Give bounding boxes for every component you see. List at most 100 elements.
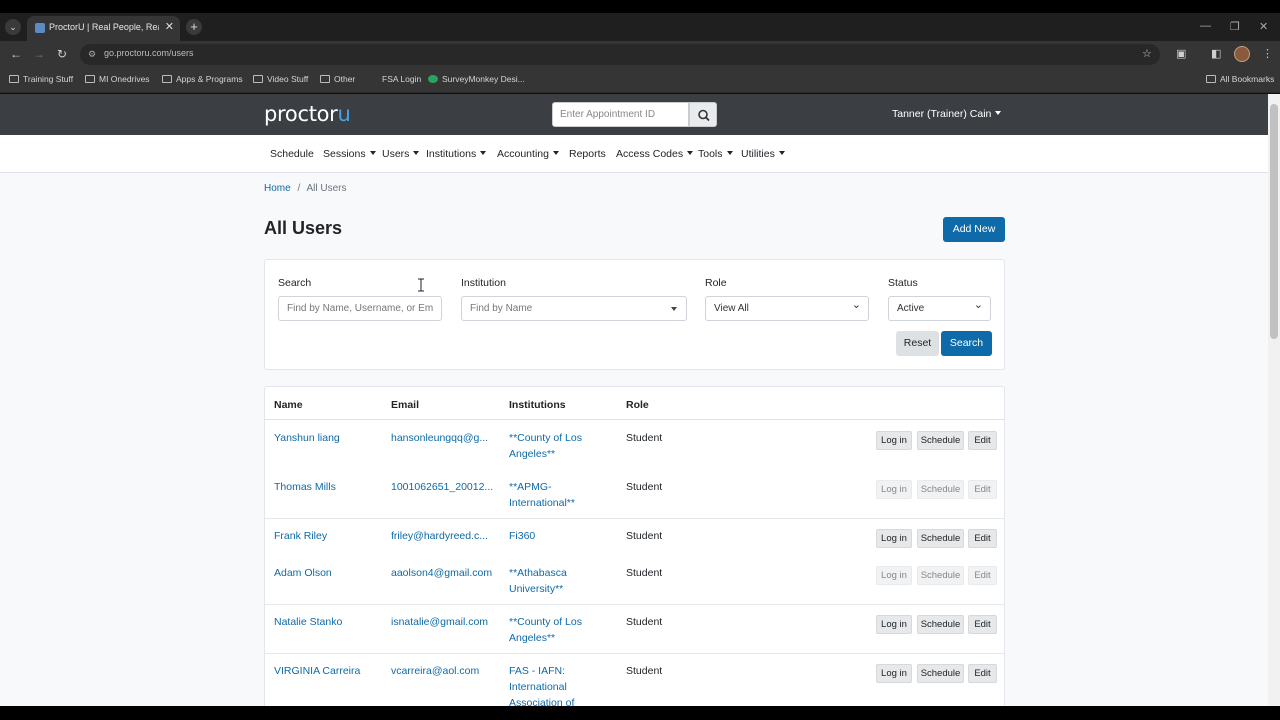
extensions-icon[interactable]: ▣ — [1176, 47, 1186, 60]
nav-access-codes[interactable]: Access Codes — [616, 148, 693, 160]
log-in-button[interactable]: Log in — [876, 566, 912, 585]
folder-icon — [1206, 75, 1216, 83]
status-select[interactable]: Active — [888, 296, 991, 321]
nav-users[interactable]: Users — [382, 148, 419, 160]
edit-button[interactable]: Edit — [968, 480, 997, 499]
filter-card: Search Find by Name, Username, or Em Ins… — [264, 259, 1005, 370]
appointment-id-input[interactable]: Enter Appointment ID — [552, 102, 689, 127]
page-viewport: proctoru Enter Appointment ID Tanner (Tr… — [0, 94, 1268, 706]
new-tab-icon[interactable]: + — [186, 19, 202, 35]
bookmark-training-stuff[interactable]: Training Stuff — [9, 74, 73, 84]
row-divider — [265, 653, 1004, 654]
add-new-button[interactable]: Add New — [943, 217, 1005, 242]
bookmark-star-icon[interactable]: ☆ — [1142, 47, 1152, 60]
user-institution-link[interactable]: Fi360 — [509, 528, 535, 544]
nav-sessions[interactable]: Sessions — [323, 148, 376, 160]
user-name-link[interactable]: Adam Olson — [274, 565, 332, 581]
log-in-button[interactable]: Log in — [876, 529, 912, 548]
user-name-link[interactable]: Frank Riley — [274, 528, 327, 544]
user-email-link[interactable]: isnatalie@gmail.com — [391, 614, 488, 630]
bookmark-mi-onedrives[interactable]: MI Onedrives — [85, 74, 150, 84]
reset-button[interactable]: Reset — [896, 331, 939, 356]
side-panel-icon[interactable]: ◧ — [1211, 47, 1221, 60]
user-name-link[interactable]: Thomas Mills — [274, 479, 336, 495]
forward-icon[interactable]: → — [33, 47, 45, 61]
role-select[interactable]: View All — [705, 296, 869, 321]
edit-button[interactable]: Edit — [968, 664, 997, 683]
minimize-icon[interactable]: — — [1200, 20, 1211, 32]
schedule-button[interactable]: Schedule — [917, 615, 964, 634]
schedule-button[interactable]: Schedule — [917, 431, 964, 450]
log-in-button[interactable]: Log in — [876, 431, 912, 450]
user-name-link[interactable]: Yanshun liang — [274, 430, 340, 446]
reload-icon[interactable]: ↻ — [57, 47, 67, 61]
search-input[interactable]: Find by Name, Username, or Em — [278, 296, 442, 321]
bookmark-surveymonkey[interactable]: SurveyMonkey Desi... — [428, 74, 525, 84]
user-name-link[interactable]: VIRGINIA Carreira — [274, 663, 360, 679]
log-in-button[interactable]: Log in — [876, 615, 912, 634]
screen-bottom-band — [0, 706, 1280, 720]
search-button[interactable]: Search — [941, 331, 992, 356]
schedule-button[interactable]: Schedule — [917, 480, 964, 499]
user-institution-link[interactable]: **County of Los Angeles** — [509, 430, 582, 462]
nav-institutions[interactable]: Institutions — [426, 148, 486, 160]
user-email-link[interactable]: aaolson4@gmail.com — [391, 565, 492, 581]
user-institution-link[interactable]: **County of Los Angeles** — [509, 614, 582, 646]
col-header-email: Email — [391, 399, 420, 411]
page-scrollbar[interactable] — [1268, 94, 1280, 706]
user-name-link[interactable]: Natalie Stanko — [274, 614, 342, 630]
nav-schedule[interactable]: Schedule — [270, 148, 314, 160]
log-in-button[interactable]: Log in — [876, 480, 912, 499]
user-email-link[interactable]: vcarreira@aol.com — [391, 663, 479, 679]
log-in-button[interactable]: Log in — [876, 664, 912, 683]
nav-reports[interactable]: Reports — [569, 148, 606, 160]
nav-tools[interactable]: Tools — [698, 148, 733, 160]
user-institution-link[interactable]: **Athabasca University** — [509, 565, 567, 597]
col-header-name: Name — [274, 399, 303, 411]
user-email-link[interactable]: hansonleungqq@g... — [391, 430, 488, 446]
edit-button[interactable]: Edit — [968, 566, 997, 585]
bookmark-apps-programs[interactable]: Apps & Programs — [162, 74, 243, 84]
all-bookmarks[interactable]: All Bookmarks — [1206, 74, 1274, 84]
schedule-button[interactable]: Schedule — [917, 566, 964, 585]
user-institution-link[interactable]: **APMG- International** — [509, 479, 575, 511]
folder-icon — [9, 75, 19, 83]
tab-search-icon[interactable]: ⌄ — [5, 19, 21, 35]
profile-avatar[interactable] — [1234, 46, 1250, 62]
browser-tab[interactable]: ProctorU | Real People, Real Pro ✕ — [27, 16, 180, 41]
breadcrumb-current: All Users — [306, 183, 347, 194]
user-menu[interactable]: Tanner (Trainer) Cain — [892, 108, 1001, 120]
site-info-icon[interactable]: ⚙ — [88, 49, 96, 60]
appointment-search-button[interactable] — [689, 102, 717, 127]
proctoru-logo[interactable]: proctoru — [264, 102, 351, 126]
scrollbar-thumb[interactable] — [1270, 104, 1278, 339]
user-institution-link[interactable]: FAS - IAFN: International Association of — [509, 663, 574, 706]
user-role: Student — [626, 665, 663, 677]
edit-button[interactable]: Edit — [968, 431, 997, 450]
screen-top-band — [0, 0, 1280, 13]
browser-menu-icon[interactable]: ⋮ — [1262, 47, 1273, 60]
back-icon[interactable]: ← — [10, 47, 22, 61]
schedule-button[interactable]: Schedule — [917, 529, 964, 548]
bookmark-other[interactable]: Other — [320, 74, 355, 84]
user-email-link[interactable]: friley@hardyreed.c... — [391, 528, 488, 544]
user-email-link[interactable]: 1001062651_20012... — [391, 479, 493, 495]
browser-tabstrip: ⌄ ProctorU | Real People, Real Pro ✕ + —… — [0, 13, 1280, 41]
nav-accounting[interactable]: Accounting — [497, 148, 559, 160]
nav-utilities[interactable]: Utilities — [741, 148, 785, 160]
window-close-icon[interactable]: ✕ — [1259, 20, 1268, 33]
close-tab-icon[interactable]: ✕ — [165, 20, 174, 33]
address-bar[interactable]: ⚙ go.proctoru.com/users — [80, 44, 1160, 65]
folder-icon — [162, 75, 172, 83]
restore-icon[interactable]: ❐ — [1230, 20, 1240, 33]
proctoru-favicon-icon — [35, 23, 45, 33]
schedule-button[interactable]: Schedule — [917, 664, 964, 683]
row-divider — [265, 518, 1004, 519]
breadcrumb-home[interactable]: Home — [264, 183, 291, 194]
edit-button[interactable]: Edit — [968, 615, 997, 634]
institution-select[interactable]: Find by Name — [461, 296, 687, 321]
table-row: Frank Riley friley@hardyreed.c... Fi360 … — [265, 518, 1004, 555]
edit-button[interactable]: Edit — [968, 529, 997, 548]
bookmark-fsa-login[interactable]: FSA Login — [368, 74, 421, 84]
bookmark-video-stuff[interactable]: Video Stuff — [253, 74, 308, 84]
